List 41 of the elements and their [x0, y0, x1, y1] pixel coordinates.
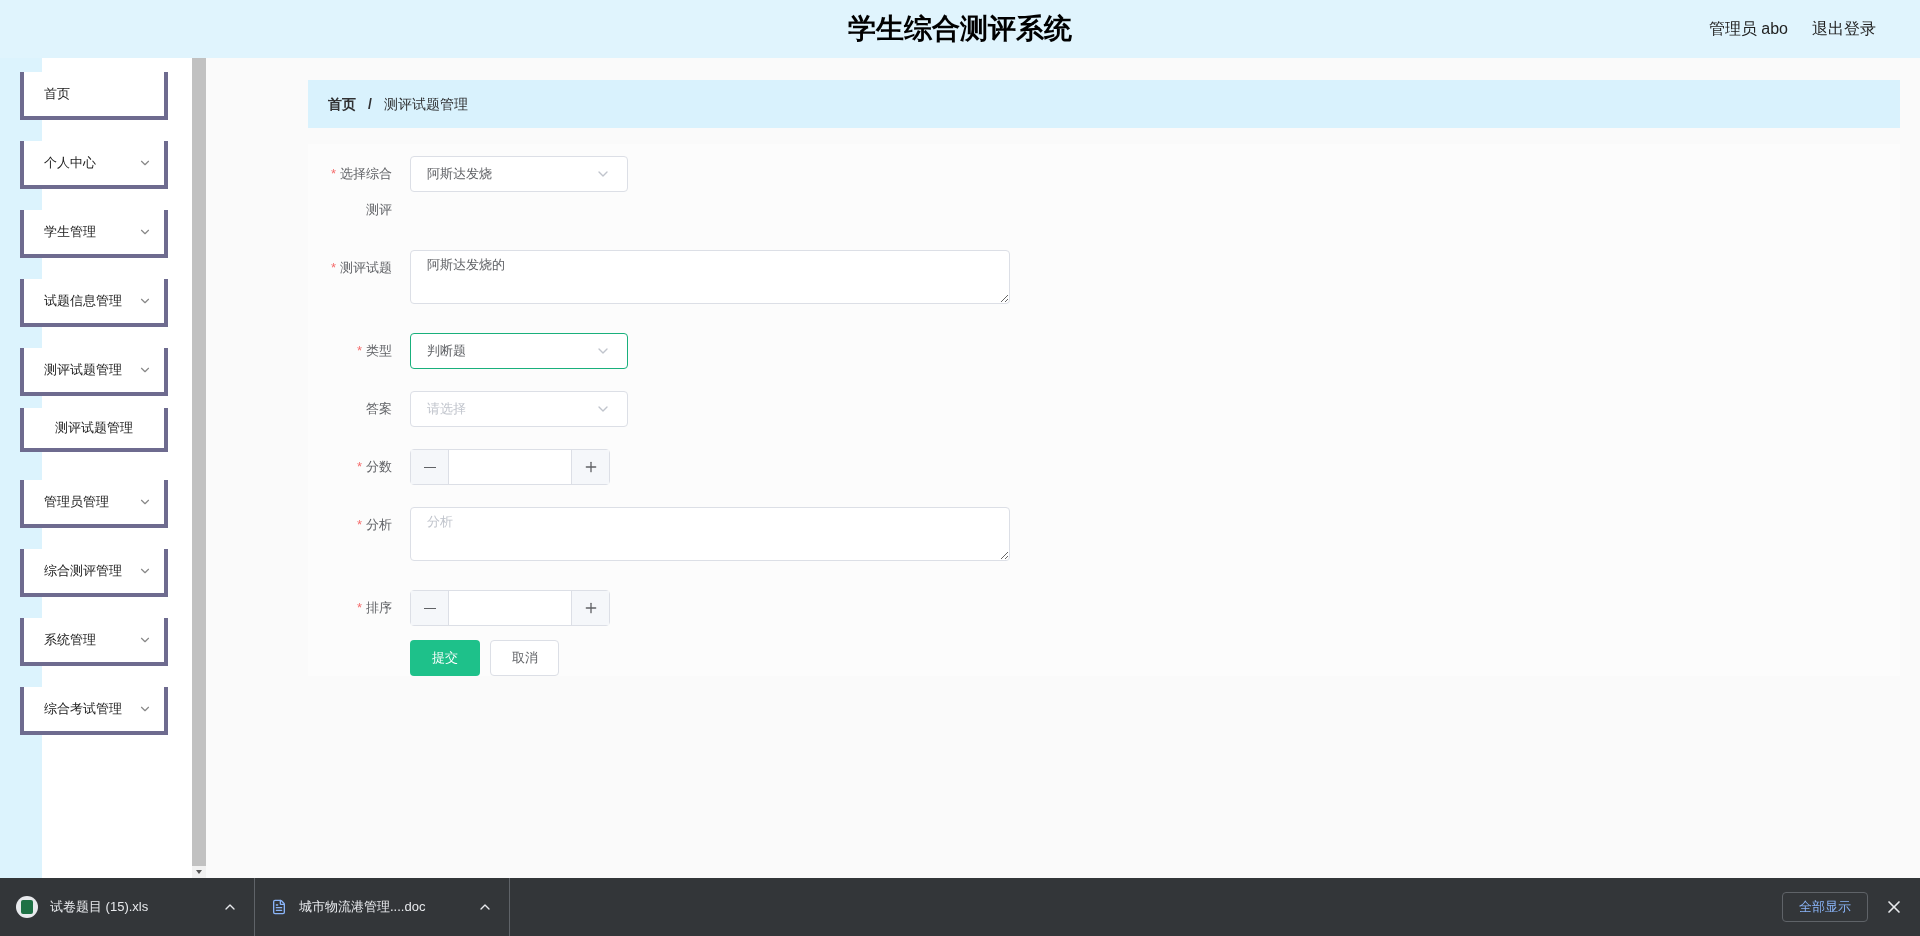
field-label: * 分析 — [356, 516, 392, 534]
document-icon — [271, 899, 287, 915]
textarea-field[interactable]: 分析 — [410, 507, 1010, 561]
logout-link[interactable]: 退出登录 — [1812, 17, 1876, 41]
increase-button[interactable] — [571, 450, 609, 484]
download-item[interactable]: 城市物流港管理....doc — [255, 897, 477, 917]
sidebar-menu-item[interactable]: 综合测评管理 — [20, 549, 168, 597]
breadcrumb-item[interactable]: 测评试题管理 — [383, 93, 468, 115]
sidebar-submenu-item[interactable]: 测评试题管理 — [20, 408, 168, 452]
sidebar-menu-item[interactable]: 学生管理 — [20, 210, 168, 258]
field-label: * 测评试题 — [330, 259, 392, 277]
breadcrumb-item[interactable]: 首页 — [328, 93, 356, 115]
number-input[interactable] — [410, 590, 610, 626]
field-label: * 类型 — [356, 342, 392, 360]
select-field[interactable]: 阿斯达发烧 — [410, 156, 628, 192]
app-title: 学生综合测评系统 — [848, 12, 1072, 46]
number-input[interactable] — [410, 449, 610, 485]
show-all-button[interactable]: 全部显示 — [1782, 892, 1868, 922]
sidebar-menu-item[interactable]: 首页 — [20, 72, 168, 120]
field-label: 答案 — [366, 400, 392, 418]
minus-icon — [423, 607, 436, 609]
select-field[interactable]: 判断题 — [410, 333, 628, 369]
scroll-down-arrow-icon[interactable] — [196, 870, 202, 874]
field-label: * 选择综合测评 — [329, 165, 392, 219]
download-item[interactable]: 试卷题目 (15).xls — [0, 896, 222, 918]
field-label: * 排序 — [356, 599, 392, 617]
sidebar-menu-item[interactable]: 管理员管理 — [20, 480, 168, 528]
user-name: 管理员 abo — [1708, 19, 1788, 39]
minus-icon — [423, 466, 436, 468]
textarea-field[interactable]: 阿斯达发烧的 — [410, 250, 1010, 304]
sidebar-menu-item[interactable]: 系统管理 — [20, 618, 168, 666]
spreadsheet-icon — [16, 896, 38, 918]
field-label: * 分数 — [356, 458, 392, 476]
sidebar-menu-item[interactable]: 测评试题管理 — [20, 348, 168, 396]
sidebar-menu-item[interactable]: 试题信息管理 — [20, 279, 168, 327]
cancel-button[interactable]: 取消 — [490, 640, 559, 676]
breadcrumb-separator: / — [368, 94, 372, 114]
sidebar-menu-item[interactable]: 综合考试管理 — [20, 687, 168, 735]
sidebar-menu-item[interactable]: 个人中心 — [20, 141, 168, 189]
increase-button[interactable] — [571, 591, 609, 625]
scrollbar[interactable] — [192, 58, 206, 878]
